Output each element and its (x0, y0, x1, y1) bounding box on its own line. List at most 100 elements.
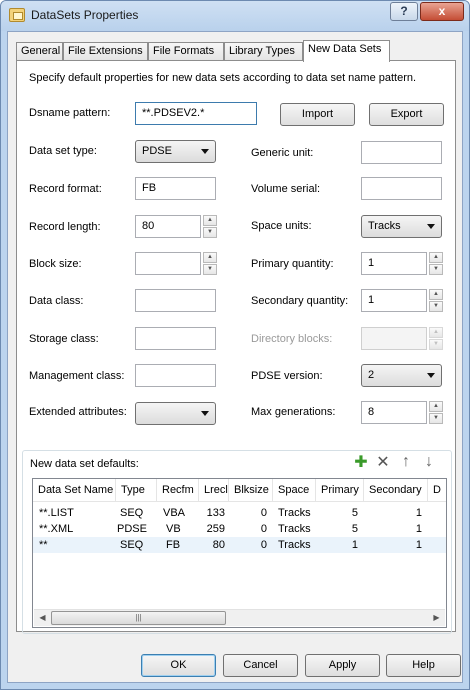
cell-lrecl: 133 (206, 507, 225, 519)
apply-button[interactable]: Apply (305, 654, 380, 677)
title-bar: DataSets Properties ? x (1, 1, 469, 31)
spin-down-icon[interactable]: ▼ (429, 413, 443, 424)
cell-type: SEQ (120, 539, 144, 551)
table-header: Data Set Name Type Recfm Lrecl Blksize S… (33, 479, 446, 502)
extended-attributes-dropdown[interactable] (135, 402, 216, 425)
tab-general[interactable]: General (16, 42, 63, 61)
window-title: DataSets Properties (31, 8, 139, 22)
management-class-label: Management class: (29, 370, 125, 382)
pdse-version-dropdown[interactable]: 2 (361, 364, 442, 387)
panel-description: Specify default properties for new data … (29, 72, 417, 84)
record-format-label: Record format: (29, 183, 102, 195)
dsname-pattern-input[interactable]: **.PDSEV2.* (135, 102, 257, 125)
col-header-type[interactable]: Type (116, 479, 157, 502)
ok-button[interactable]: OK (141, 654, 216, 677)
cell-primary: 5 (351, 507, 358, 519)
dialog-client-area: General File Extensions File Formats Lib… (7, 31, 463, 683)
cancel-button[interactable]: Cancel (223, 654, 298, 677)
col-header-primary[interactable]: Primary (316, 479, 364, 502)
tab-new-data-sets[interactable]: New Data Sets (303, 40, 390, 62)
delete-icon[interactable]: ✕ (375, 455, 391, 471)
directory-blocks-spinner: ▲ ▼ (429, 327, 443, 350)
data-set-type-value: PDSE (142, 145, 172, 157)
col-header-d[interactable]: D (428, 479, 446, 502)
title-help-button[interactable]: ? (390, 2, 418, 21)
cell-secondary: 1 (415, 539, 422, 551)
pdse-version-label: PDSE version: (251, 370, 323, 382)
space-units-dropdown[interactable]: Tracks (361, 215, 442, 238)
col-header-secondary[interactable]: Secondary (364, 479, 428, 502)
data-set-type-dropdown[interactable]: PDSE (135, 140, 216, 163)
scrollbar-thumb[interactable]: ||| (51, 611, 226, 625)
spin-up-icon[interactable]: ▲ (203, 252, 217, 263)
tab-file-formats[interactable]: File Formats (148, 42, 224, 61)
record-length-spinner[interactable]: ▲ ▼ (203, 215, 217, 238)
block-size-input[interactable] (135, 252, 201, 275)
spin-up-icon[interactable]: ▲ (203, 215, 217, 226)
space-units-label: Space units: (251, 220, 312, 232)
cell-type: PDSE (117, 523, 147, 535)
record-length-input[interactable]: 80 (135, 215, 201, 238)
block-size-spinner[interactable]: ▲ ▼ (203, 252, 217, 275)
cell-space: Tracks (278, 539, 311, 551)
table-row-selected[interactable]: ** SEQ FB 80 0 Tracks 1 1 (33, 537, 446, 553)
datasets-app-icon (9, 8, 25, 22)
spin-down-icon[interactable]: ▼ (429, 301, 443, 312)
cell-lrecl: 259 (206, 523, 225, 535)
table-row[interactable]: **.LIST SEQ VBA 133 0 Tracks 5 1 (33, 505, 446, 521)
horizontal-scrollbar[interactable]: ◀ ||| ▶ (34, 609, 445, 626)
secondary-quantity-input[interactable]: 1 (361, 289, 427, 312)
primary-quantity-spinner[interactable]: ▲ ▼ (429, 252, 443, 275)
chevron-down-icon (427, 224, 435, 229)
data-class-input[interactable] (135, 289, 216, 312)
tab-file-extensions[interactable]: File Extensions (63, 42, 148, 61)
record-format-input[interactable]: FB (135, 177, 216, 200)
tab-library-types[interactable]: Library Types (224, 42, 303, 61)
move-down-icon[interactable]: ↓ (421, 454, 437, 470)
cell-recfm: VBA (163, 507, 186, 519)
record-length-label: Record length: (29, 221, 101, 233)
help-button[interactable]: Help (386, 654, 461, 677)
add-icon[interactable]: ✚ (353, 455, 369, 471)
title-close-button[interactable]: x (420, 2, 464, 21)
new-data-set-defaults-label: New data set defaults: (30, 458, 139, 470)
storage-class-input[interactable] (135, 327, 216, 350)
directory-blocks-input (361, 327, 427, 350)
cell-blksize: 0 (260, 507, 267, 519)
spin-down-icon[interactable]: ▼ (203, 227, 217, 238)
col-header-space[interactable]: Space (273, 479, 316, 502)
max-generations-input[interactable]: 8 (361, 401, 427, 424)
dsname-pattern-label: Dsname pattern: (29, 107, 111, 119)
data-class-label: Data class: (29, 295, 84, 307)
col-header-lrecl[interactable]: Lrecl (199, 479, 229, 502)
spin-down-icon[interactable]: ▼ (429, 264, 443, 275)
col-header-recfm[interactable]: Recfm (157, 479, 199, 502)
spin-up-icon: ▲ (429, 327, 443, 338)
col-header-data-set-name[interactable]: Data Set Name (33, 479, 116, 502)
import-button[interactable]: Import (280, 103, 355, 126)
extended-attributes-label: Extended attributes: (29, 406, 127, 418)
primary-quantity-input[interactable]: 1 (361, 252, 427, 275)
defaults-table[interactable]: Data Set Name Type Recfm Lrecl Blksize S… (32, 478, 447, 628)
spin-up-icon[interactable]: ▲ (429, 401, 443, 412)
scroll-right-icon[interactable]: ▶ (428, 610, 445, 626)
space-units-value: Tracks (368, 220, 401, 232)
cell-lrecl: 80 (212, 539, 225, 551)
spin-up-icon[interactable]: ▲ (429, 252, 443, 263)
management-class-input[interactable] (135, 364, 216, 387)
export-button[interactable]: Export (369, 103, 444, 126)
scroll-left-icon[interactable]: ◀ (34, 610, 51, 626)
spin-up-icon[interactable]: ▲ (429, 289, 443, 300)
storage-class-label: Storage class: (29, 333, 99, 345)
spin-down-icon[interactable]: ▼ (203, 264, 217, 275)
directory-blocks-label: Directory blocks: (251, 333, 333, 345)
cell-primary: 1 (351, 539, 358, 551)
move-up-icon[interactable]: ↑ (398, 454, 414, 470)
volume-serial-input[interactable] (361, 177, 442, 200)
table-row[interactable]: **.XML PDSE VB 259 0 Tracks 5 1 (33, 521, 446, 537)
col-header-blksize[interactable]: Blksize (229, 479, 273, 502)
max-generations-spinner[interactable]: ▲ ▼ (429, 401, 443, 424)
secondary-quantity-spinner[interactable]: ▲ ▼ (429, 289, 443, 312)
generic-unit-input[interactable] (361, 141, 442, 164)
chevron-down-icon (427, 373, 435, 378)
